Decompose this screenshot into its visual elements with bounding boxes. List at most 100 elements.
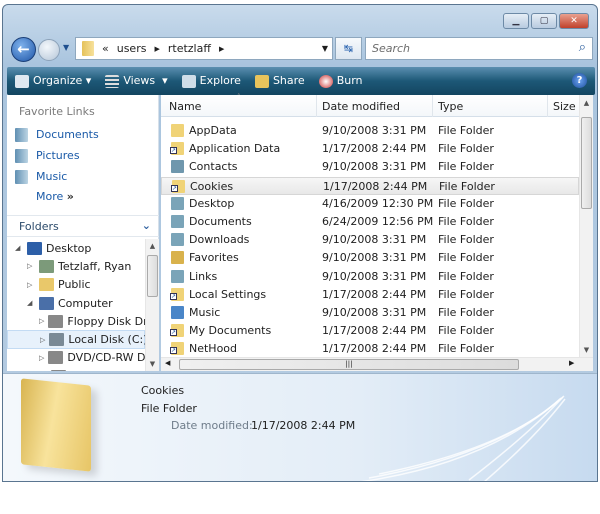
file-row[interactable]: Links 9/10/2008 3:31 PM File Folder: [161, 268, 579, 286]
file-list-horizontal-scrollbar[interactable]: ◀ ||| ▶: [161, 357, 593, 371]
tree-item-label: Public: [58, 278, 91, 292]
file-row[interactable]: Contacts 9/10/2008 3:31 PM File Folder: [161, 158, 579, 176]
expand-icon[interactable]: ▷: [40, 336, 45, 344]
file-date: 1/17/2008 2:44 PM: [322, 142, 427, 156]
file-row[interactable]: ↗ Local Settings 1/17/2008 2:44 PM File …: [161, 286, 579, 304]
expand-icon[interactable]: ▷: [39, 317, 44, 325]
explorer-window: ▁ ▢ ✕ ← ▼ « users ▶ rtetzlaff ▶ ▼ ↹ Search…: [2, 4, 598, 482]
file-row[interactable]: Favorites 9/10/2008 3:31 PM File Folder: [161, 249, 579, 267]
file-date: 1/17/2008 2:44 PM: [322, 342, 427, 356]
file-row[interactable]: ↗ Application Data 1/17/2008 2:44 PM Fil…: [161, 140, 579, 158]
file-name: My Documents: [189, 324, 272, 338]
file-row[interactable]: Downloads 9/10/2008 3:31 PM File Folder: [161, 231, 579, 249]
file-list-vertical-scrollbar[interactable]: ▲ ▼: [579, 95, 593, 357]
search-input[interactable]: Search ⌕: [365, 37, 593, 60]
address-bar[interactable]: « users ▶ rtetzlaff ▶ ▼: [75, 37, 333, 60]
file-row[interactable]: Music 9/10/2008 3:31 PM File Folder: [161, 304, 579, 322]
views-button[interactable]: Views ▾: [105, 74, 168, 88]
folder-folder-icon: [171, 124, 184, 137]
folder-thumbnail-icon: [21, 378, 91, 472]
tree-item[interactable]: ▷ DVD/CD-RW D: [7, 349, 145, 367]
breadcrumb-overflow[interactable]: «: [102, 42, 109, 55]
folder-icon: [48, 351, 64, 365]
contacts-folder-icon: [171, 160, 184, 174]
organize-button[interactable]: Organize ▾: [15, 74, 91, 88]
collapse-icon[interactable]: ◢: [15, 244, 23, 252]
file-type: File Folder: [438, 124, 494, 137]
file-type: File Folder: [438, 287, 494, 301]
minimize-button[interactable]: ▁: [503, 13, 529, 29]
file-date: 9/10/2008 3:31 PM: [322, 251, 427, 265]
tree-scrollbar[interactable]: ▲ ▼: [145, 239, 159, 371]
shortcut-folder-icon: ↗: [170, 287, 184, 301]
recent-pages-dropdown[interactable]: ▼: [63, 43, 69, 52]
file-date: 1/17/2008 2:44 PM: [322, 287, 427, 301]
back-button[interactable]: ←: [11, 37, 36, 62]
details-type: File Folder: [141, 402, 197, 415]
music-icon: [15, 169, 28, 184]
favorite-music[interactable]: Music: [7, 166, 158, 187]
tree-item[interactable]: ◢ Computer: [7, 294, 145, 312]
file-row[interactable]: ↗ NetHood 1/17/2008 2:44 PM File Folder: [161, 340, 579, 358]
tree-item-label: Desktop: [46, 241, 92, 255]
navigation-pane: Favorite Links Documents Pictures Music …: [7, 95, 159, 371]
tree-item[interactable]: ▷ Public: [7, 276, 145, 294]
special-folder-icon: [171, 233, 184, 247]
column-type[interactable]: Type: [438, 100, 463, 113]
expand-icon[interactable]: ▷: [27, 281, 35, 289]
file-date: 9/10/2008 3:31 PM: [322, 233, 427, 247]
file-row[interactable]: ↗ My Documents 1/17/2008 2:44 PM File Fo…: [161, 322, 579, 340]
column-date-modified[interactable]: Date modified: [322, 100, 400, 113]
folder-icon: [82, 41, 94, 56]
maximize-button[interactable]: ▢: [531, 13, 557, 29]
address-dropdown-icon[interactable]: ▼: [322, 44, 328, 53]
shortcut-folder-icon: ↗: [171, 179, 185, 193]
column-size[interactable]: Size: [553, 100, 576, 113]
close-button[interactable]: ✕: [559, 13, 589, 29]
breadcrumb-users[interactable]: users: [117, 42, 147, 55]
expand-icon[interactable]: ▷: [27, 262, 35, 270]
file-type: File Folder: [438, 233, 494, 247]
folder-icon: [27, 241, 42, 255]
folder-icon: [39, 259, 54, 273]
file-type: File Folder: [438, 251, 494, 265]
file-row[interactable]: AppData 9/10/2008 3:31 PM File Folder: [161, 122, 579, 140]
tree-item-label: Tetzlaff, Ryan: [58, 259, 132, 273]
favorite-pictures[interactable]: Pictures: [7, 145, 158, 166]
favorite-documents[interactable]: Documents: [7, 124, 158, 145]
tree-item[interactable]: ◢ Desktop: [7, 239, 145, 257]
tree-item[interactable]: ▷LEXAR (E:): [7, 367, 145, 371]
more-links[interactable]: More »: [7, 187, 158, 207]
explore-button[interactable]: Explore: [181, 74, 241, 88]
refresh-button[interactable]: ↹: [335, 37, 362, 60]
tree-item[interactable]: ▷ Tetzlaff, Ryan: [7, 257, 145, 275]
file-date: 9/10/2008 3:31 PM: [322, 306, 427, 319]
tree-item[interactable]: ▷ Local Disk (C:): [7, 330, 145, 349]
tree-item[interactable]: ▷ Floppy Disk Dr: [7, 312, 145, 330]
share-button[interactable]: Share: [254, 74, 305, 88]
tree-item-label: LEXAR (E:): [70, 370, 129, 371]
file-row[interactable]: Documents 6/24/2009 12:56 PM File Folder: [161, 213, 579, 231]
breadcrumb-rtetzlaff[interactable]: rtetzlaff: [168, 42, 211, 55]
file-row[interactable]: ↗ Cookies 1/17/2008 2:44 PM File Folder: [161, 176, 579, 195]
tree-item-label: Local Disk (C:): [68, 333, 145, 347]
special-folder-icon: [171, 215, 184, 228]
expand-icon[interactable]: ▷: [39, 354, 44, 362]
column-header: Name ˄ Date modified Type Size: [161, 93, 579, 117]
documents-icon: [15, 127, 28, 142]
file-name: Application Data: [189, 142, 281, 156]
forward-button[interactable]: [38, 39, 60, 61]
special-folder-icon: [171, 196, 184, 210]
file-date: 9/10/2008 3:31 PM: [322, 269, 427, 283]
help-icon[interactable]: ?: [572, 73, 587, 88]
file-name: Local Settings: [189, 287, 267, 301]
music-folder-icon: [171, 306, 184, 319]
file-type: File Folder: [438, 160, 494, 174]
favorites-folder-icon: [171, 251, 184, 265]
favorite-links-heading: Favorite Links: [19, 105, 95, 118]
column-name[interactable]: Name: [169, 100, 201, 113]
folders-header[interactable]: Folders ⌄: [7, 215, 159, 237]
file-row[interactable]: Desktop 4/16/2009 12:30 PM File Folder: [161, 195, 579, 213]
burn-button[interactable]: Burn: [318, 74, 363, 88]
collapse-icon[interactable]: ◢: [27, 299, 35, 307]
